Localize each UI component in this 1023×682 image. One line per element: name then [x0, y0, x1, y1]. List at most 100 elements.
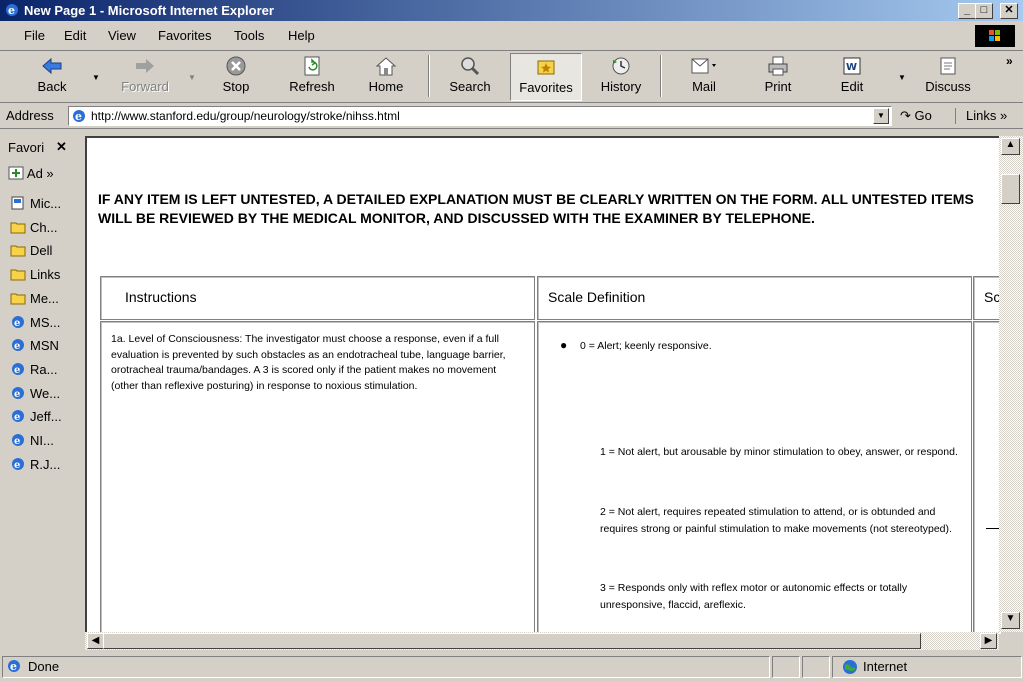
menu-favorites[interactable]: Favorites — [158, 28, 211, 43]
home-button[interactable]: Home — [360, 53, 412, 99]
ie-page-icon: e — [12, 434, 24, 447]
favorites-star-icon — [537, 60, 555, 75]
security-zone-label: Internet — [863, 659, 908, 674]
close-button[interactable]: ✕ — [1000, 3, 1018, 19]
back-button[interactable]: Back — [26, 53, 78, 99]
menu-bar: File Edit View Favorites Tools Help — [0, 22, 1023, 51]
svg-text:e: e — [8, 4, 15, 17]
menu-help[interactable]: Help — [288, 28, 315, 43]
scroll-right-button[interactable]: ▶ — [980, 633, 997, 649]
scroll-left-button[interactable]: ◀ — [87, 633, 104, 649]
favorites-item[interactable]: e MS... — [10, 315, 60, 330]
warning-text: IF ANY ITEM IS LEFT UNTESTED, A DETAILED… — [98, 191, 974, 226]
favorites-item[interactable]: Dell — [10, 243, 52, 258]
standard-toolbar: Back ▼ Forward ▼ Stop Refresh Home Searc… — [0, 51, 1023, 103]
word-edit-icon: W — [843, 57, 861, 75]
msn-page-icon — [11, 196, 24, 210]
horizontal-scrollbar[interactable]: ◀ ▶ — [85, 632, 999, 650]
status-bar: e Done Internet — [0, 654, 1023, 682]
history-button[interactable]: History — [592, 53, 650, 99]
ie-page-icon: e — [12, 386, 24, 400]
favorites-item[interactable]: Me... — [10, 291, 59, 306]
print-button[interactable]: Print — [752, 53, 804, 99]
menu-view[interactable]: View — [108, 28, 136, 43]
scroll-down-button[interactable]: ▼ — [1001, 612, 1020, 629]
favorites-button[interactable]: Favorites — [510, 53, 582, 101]
forward-button[interactable]: Forward — [110, 53, 180, 99]
table-cell-score — [973, 321, 1001, 634]
scroll-up-button[interactable]: ▲ — [1001, 138, 1020, 155]
vertical-scroll-thumb[interactable] — [1001, 174, 1020, 204]
stop-button[interactable]: Stop — [210, 53, 262, 99]
bullet-icon: ● — [560, 338, 568, 352]
ie-page-icon: e — [12, 339, 24, 352]
address-label: Address — [6, 108, 54, 123]
svg-text:e: e — [14, 389, 20, 400]
favorites-add-button[interactable]: Ad » — [8, 166, 54, 181]
svg-text:W: W — [846, 62, 857, 73]
edit-dropdown-icon[interactable]: ▼ — [898, 73, 906, 82]
favorites-item[interactable]: e NI... — [10, 433, 54, 448]
scale-item-0: ● 0 = Alert; keenly responsive. — [560, 336, 940, 356]
address-bar: Address e ▼ ↷ Go Links » — [0, 103, 1023, 129]
menu-tools[interactable]: Tools — [234, 28, 264, 43]
status-panel-zone — [832, 656, 1022, 678]
ie-page-icon: e — [12, 457, 24, 471]
status-panel-security — [802, 656, 830, 678]
address-box[interactable]: e ▼ — [68, 106, 892, 126]
address-dropdown-button[interactable]: ▼ — [873, 108, 889, 124]
svg-text:e: e — [14, 436, 20, 447]
history-icon — [612, 57, 630, 75]
favorites-item[interactable]: e We... — [10, 386, 60, 401]
horizontal-scroll-thumb[interactable] — [103, 633, 921, 649]
favorites-item[interactable]: e Ra... — [10, 362, 57, 377]
folder-icon — [10, 222, 26, 234]
table-header-instructions: Instructions — [100, 276, 535, 320]
menu-file[interactable]: File — [24, 28, 45, 43]
add-favorite-icon — [8, 166, 24, 180]
mail-button[interactable]: Mail — [676, 53, 732, 99]
favorites-item[interactable]: e R.J... — [10, 457, 60, 472]
favorites-item[interactable]: Mic... — [10, 196, 61, 211]
favorites-item[interactable]: e MSN — [10, 338, 59, 353]
maximize-button[interactable]: □ — [975, 3, 993, 19]
refresh-button[interactable]: Refresh — [282, 53, 342, 99]
favorites-item[interactable]: Ch... — [10, 220, 57, 235]
svg-text:e: e — [14, 412, 20, 423]
go-button[interactable]: ↷ Go — [900, 108, 932, 124]
address-input[interactable] — [91, 108, 861, 123]
internet-globe-icon — [843, 660, 857, 674]
page-viewport: IF ANY ITEM IS LEFT UNTESTED, A DETAILED… — [85, 136, 1001, 634]
favorites-item[interactable]: Links — [10, 267, 60, 282]
ie-page-icon: e — [12, 410, 24, 423]
ie-page-icon: e — [12, 315, 24, 329]
refresh-icon — [304, 56, 320, 76]
folder-icon — [10, 245, 26, 257]
forward-dropdown-icon[interactable]: ▼ — [188, 73, 196, 82]
toolbar-more-chevron[interactable]: » — [1006, 54, 1013, 68]
go-arrow-icon: ↷ — [900, 108, 911, 123]
scale-item-2: 2 = Not alert, requires repeated stimula… — [600, 506, 952, 535]
vertical-scrollbar[interactable]: ▲ ▼ — [999, 136, 1023, 632]
forward-arrow-icon — [136, 59, 154, 73]
search-icon — [461, 57, 480, 76]
table-cell-scale-definition: ● 0 = Alert; keenly responsive. 1 = Not a… — [537, 321, 972, 634]
windows-logo-icon — [975, 25, 1015, 47]
minimize-button[interactable]: _ — [958, 3, 976, 19]
title-bar[interactable]: e New Page 1 - Microsoft Internet Explor… — [0, 0, 1023, 21]
svg-text:e: e — [14, 341, 20, 352]
toolbar-separator — [428, 55, 430, 97]
discuss-button[interactable]: Discuss — [918, 53, 978, 99]
favorites-item[interactable]: e Jeff... — [10, 409, 62, 424]
ie-logo-icon: e — [6, 4, 18, 17]
search-button[interactable]: Search — [440, 53, 500, 99]
svg-text:e: e — [75, 110, 82, 123]
menu-edit[interactable]: Edit — [64, 28, 86, 43]
folder-icon — [10, 269, 26, 281]
score-line — [986, 528, 1000, 529]
scale-item-1: 1 = Not alert, but arousable by minor st… — [600, 446, 958, 458]
back-dropdown-icon[interactable]: ▼ — [92, 73, 100, 82]
edit-button[interactable]: W Edit — [826, 53, 878, 99]
favorites-close-icon[interactable]: ✕ — [56, 139, 67, 155]
links-button[interactable]: Links » — [955, 108, 1007, 124]
